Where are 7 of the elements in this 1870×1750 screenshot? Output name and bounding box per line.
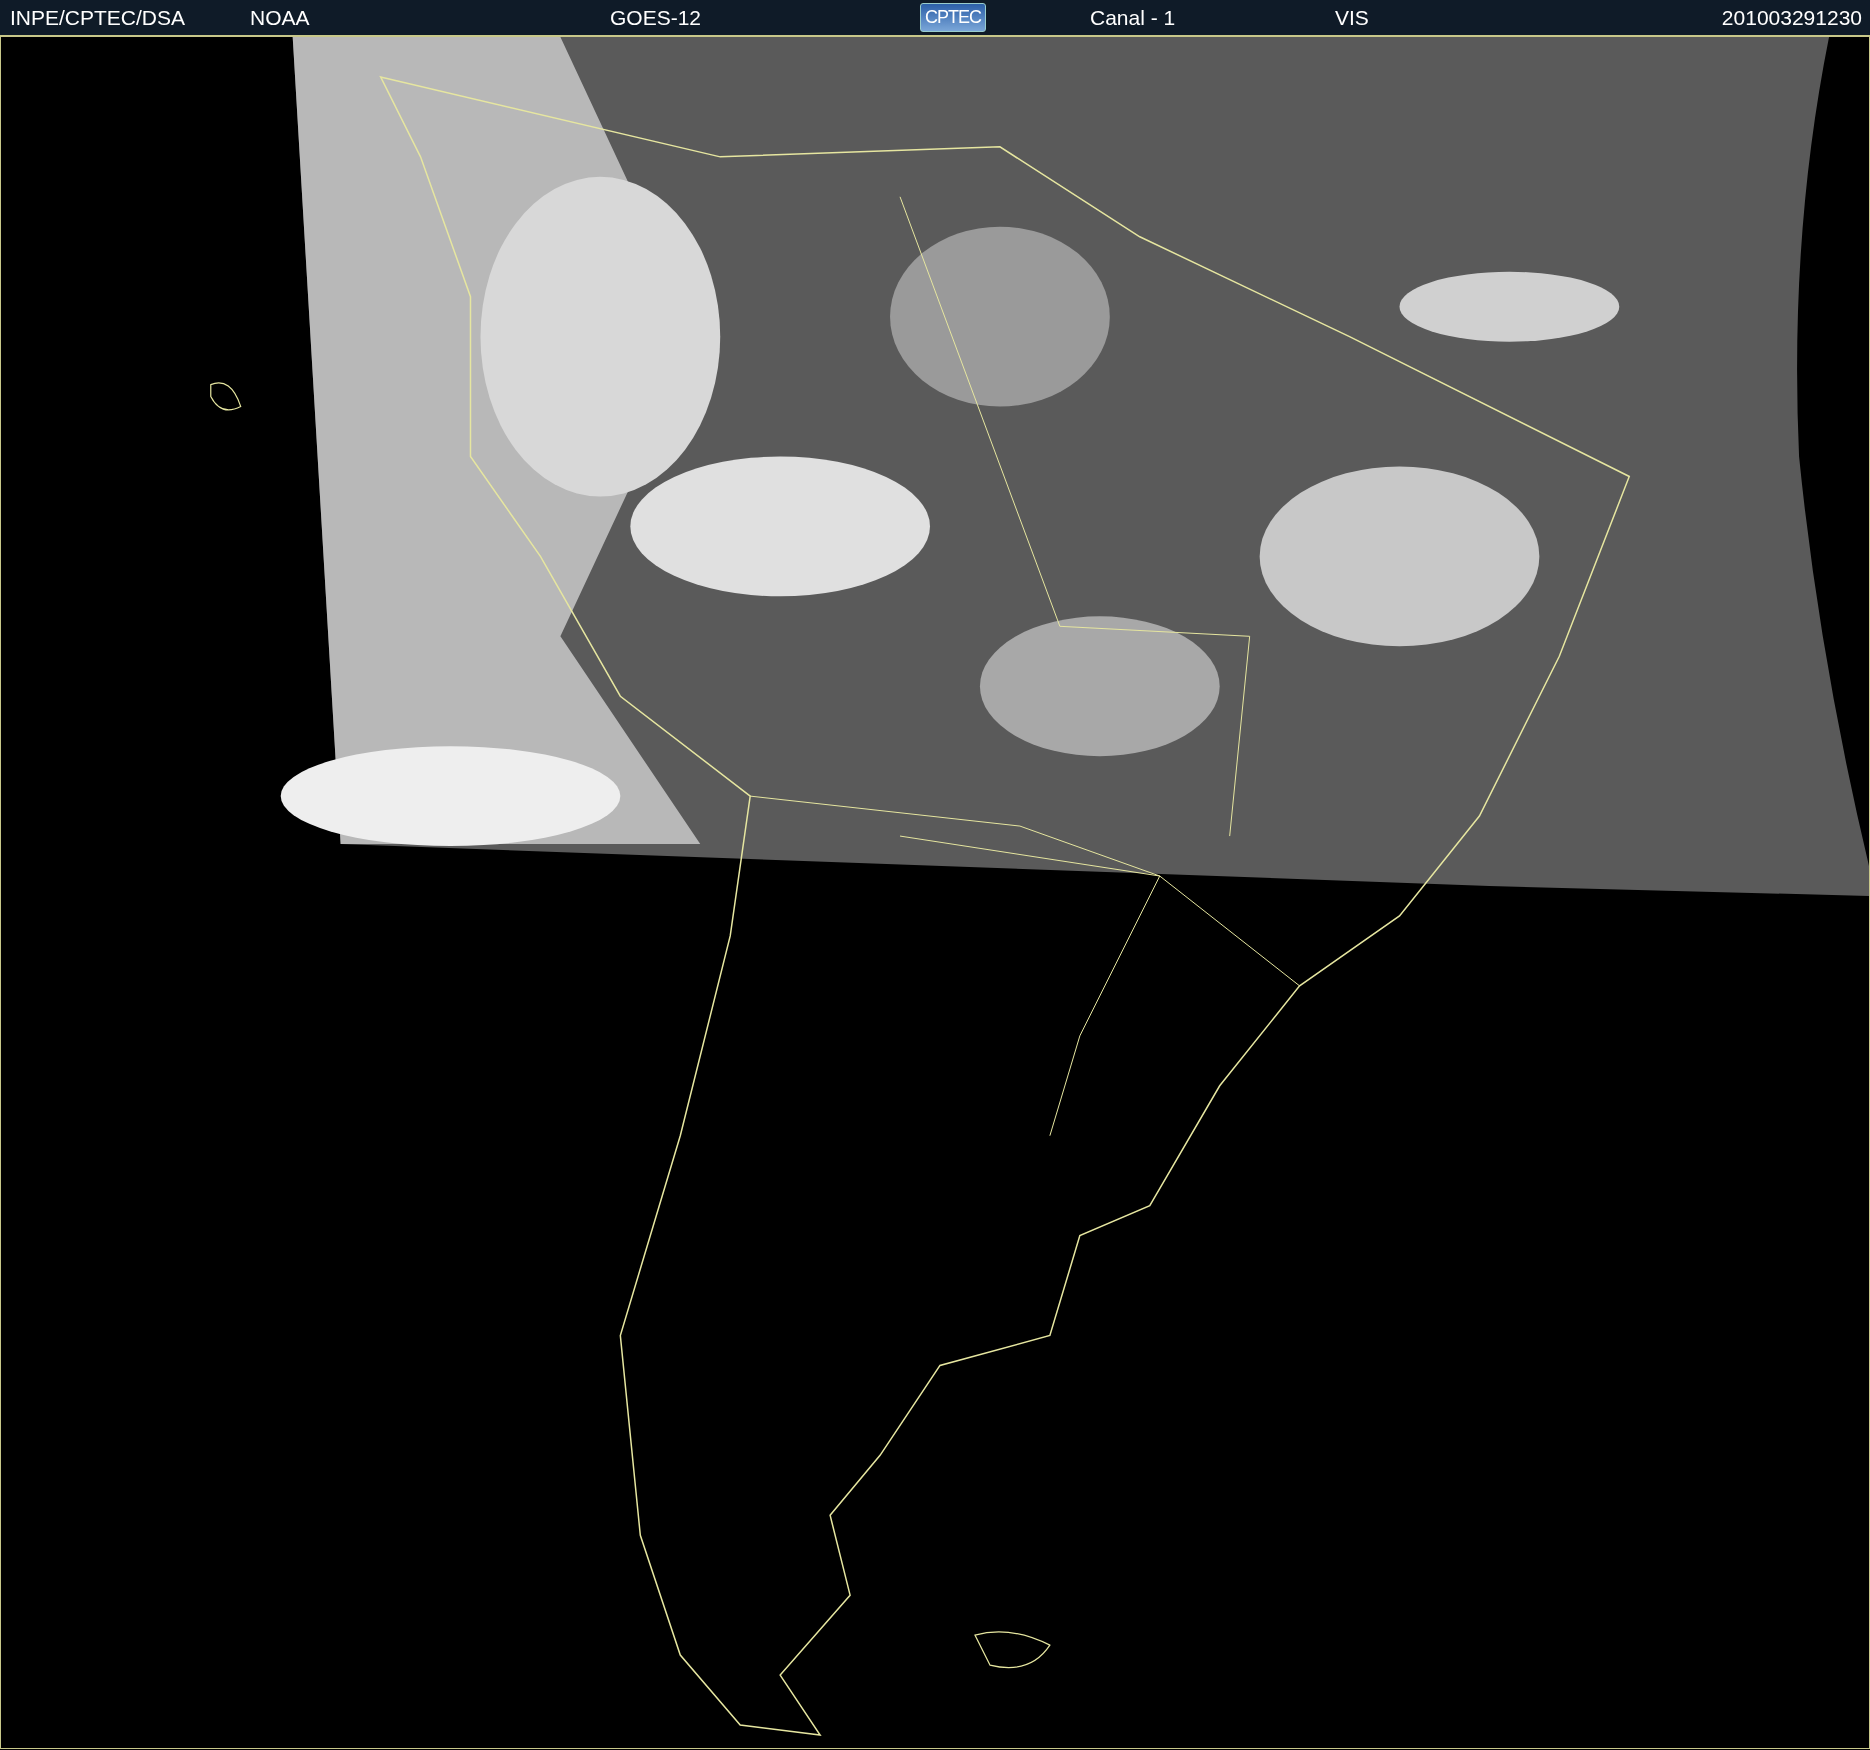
- logo: CPTEC: [920, 3, 986, 32]
- timestamp-label: 201003291230: [1721, 5, 1862, 29]
- channel-label: Canal - 1: [1090, 5, 1176, 29]
- satellite-label: GOES-12: [610, 5, 702, 29]
- source-label: INPE/CPTEC/DSA: [10, 5, 186, 29]
- band-label: VIS: [1335, 5, 1369, 29]
- agency-label: NOAA: [250, 5, 310, 29]
